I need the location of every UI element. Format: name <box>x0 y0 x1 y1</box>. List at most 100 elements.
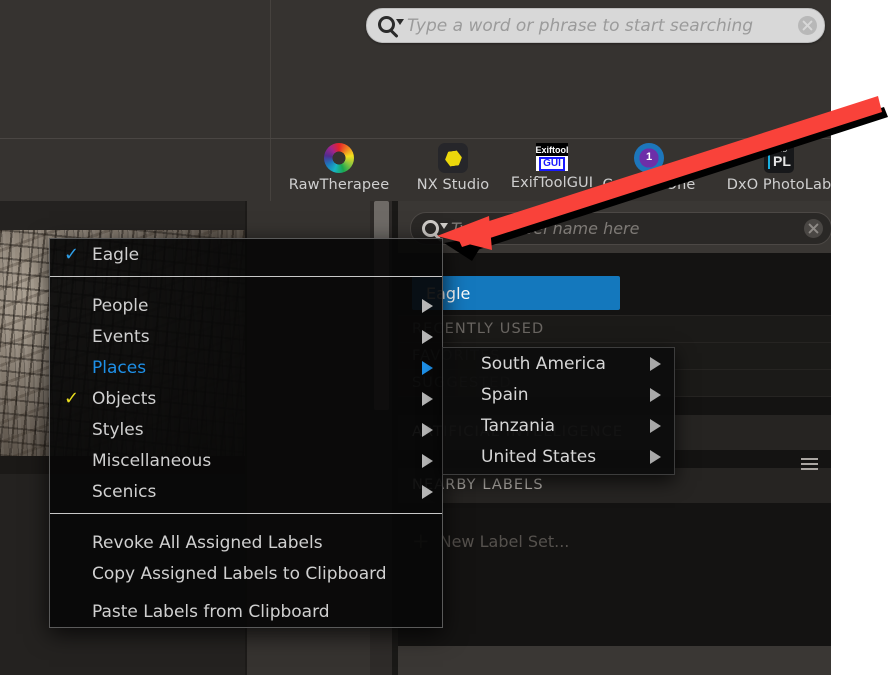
clear-circle-svg <box>803 219 823 238</box>
menu-item-revoke-all-assigned-labels[interactable]: Revoke All Assigned Labels <box>50 527 442 558</box>
label-search-band: Type a label name here <box>398 201 831 253</box>
capture-one-icon-text: 1 <box>645 151 653 163</box>
menu-item-miscellaneous[interactable]: Miscellaneous <box>50 445 442 476</box>
label-chip-selected[interactable]: Eagle <box>412 276 620 310</box>
submenu-item-label: Spain <box>481 384 529 405</box>
places-submenu[interactable]: South America Spain Tanzania United Stat… <box>442 347 675 475</box>
screenshot-root: Type a word or phrase to start searching… <box>0 0 891 675</box>
submenu-item-label: Tanzania <box>481 415 556 436</box>
rawtherapee-colorwheel-icon <box>324 143 354 173</box>
submenu-item-label: South America <box>481 353 606 374</box>
menu-spacer <box>50 283 442 290</box>
global-search-input[interactable]: Type a word or phrase to start searching <box>407 16 790 36</box>
tool-label: DxO PhotoLab <box>726 177 831 193</box>
menu-item-copy-assigned-labels[interactable]: Copy Assigned Labels to Clipboard <box>50 558 442 589</box>
chevron-down-icon[interactable] <box>440 223 448 229</box>
menu-item-label: Scenics <box>92 481 157 502</box>
submenu-item-spain[interactable]: Spain <box>443 379 674 410</box>
menu-item-people[interactable]: People <box>50 290 442 321</box>
menu-item-paste-labels[interactable]: Paste Labels from Clipboard <box>50 596 442 627</box>
menu-spacer <box>50 589 442 596</box>
submenu-arrow-icon[interactable] <box>422 360 433 375</box>
menu-divider <box>50 513 442 514</box>
dxo-photolab-icon: DXO PL <box>764 143 794 173</box>
menu-item-label: Places <box>92 357 147 378</box>
check-icon: ✓ <box>64 243 80 265</box>
bottom-strip <box>398 646 831 675</box>
top-search-band: Type a word or phrase to start searching <box>0 0 831 139</box>
menu-item-label: Revoke All Assigned Labels <box>92 532 323 553</box>
tool-dxo-photolab[interactable]: DXO PL DxO PhotoLab <box>719 143 831 199</box>
new-label-set-label: New Label Set... <box>439 531 570 551</box>
submenu-arrow-icon[interactable] <box>422 329 433 344</box>
menu-item-events[interactable]: Events <box>50 321 442 352</box>
label-search-box[interactable]: Type a label name here <box>410 212 831 245</box>
submenu-arrow-icon[interactable] <box>422 484 433 499</box>
dxo-accent-bar <box>768 147 770 169</box>
menu-item-styles[interactable]: Styles <box>50 414 442 445</box>
menu-item-label: Miscellaneous <box>92 450 212 471</box>
submenu-arrow-icon[interactable] <box>650 356 661 371</box>
submenu-item-label: United States <box>481 446 597 467</box>
submenu-arrow-icon[interactable] <box>650 449 661 464</box>
menu-item-label: Events <box>92 326 150 347</box>
submenu-item-south-america[interactable]: South America <box>443 348 674 379</box>
exiftool-icon-top-text: Exiftool <box>535 143 569 156</box>
check-icon: ✓ <box>64 387 80 409</box>
menu-item-label: People <box>92 295 149 316</box>
exiftool-gui-icon: Exiftool GUI <box>535 143 569 171</box>
section-recently-used[interactable]: RECENTLY USED <box>398 316 831 342</box>
application-window: Type a word or phrase to start searching… <box>0 0 831 675</box>
new-label-set-button[interactable]: + New Label Set... <box>398 521 831 561</box>
submenu-arrow-icon[interactable] <box>422 391 433 406</box>
exiftool-icon-gui-text: GUI <box>539 156 565 171</box>
label-search-input[interactable]: Type a label name here <box>451 219 795 238</box>
dxo-icon-text: DXO PL <box>773 148 791 168</box>
clear-circle-icon[interactable] <box>790 15 824 36</box>
toolbar-divider <box>270 0 271 139</box>
tool-label: ExifToolGUI <box>510 175 594 191</box>
search-icon[interactable] <box>367 9 407 42</box>
tool-label: Capture One <box>602 177 696 193</box>
tool-label: RawTherapee <box>288 177 390 193</box>
submenu-arrow-icon[interactable] <box>422 298 433 313</box>
exiftool-icon-bottom: GUI <box>536 156 568 171</box>
toolstrip-divider <box>270 139 271 201</box>
menu-spacer <box>50 520 442 527</box>
clear-circle-svg <box>797 16 817 35</box>
tool-launcher-strip: RawTherapee NX Studio Exiftool GUI ExifT… <box>0 139 831 201</box>
selected-label-row[interactable]: Eagle <box>398 271 831 315</box>
submenu-item-united-states[interactable]: United States <box>443 441 674 472</box>
submenu-arrow-icon[interactable] <box>650 387 661 402</box>
list-filler <box>398 503 831 521</box>
tool-label: NX Studio <box>416 177 490 193</box>
menu-item-objects[interactable]: ✓ Objects <box>50 383 442 414</box>
submenu-arrow-icon[interactable] <box>422 453 433 468</box>
menu-divider <box>50 276 442 277</box>
submenu-item-tanzania[interactable]: Tanzania <box>443 410 674 441</box>
hexagon-glyph <box>444 149 463 166</box>
hamburger-menu-icon[interactable] <box>801 458 818 470</box>
magnifier-glyph <box>378 16 395 33</box>
capture-one-icon: 1 <box>634 143 664 173</box>
submenu-arrow-icon[interactable] <box>422 422 433 437</box>
menu-item-label: Eagle <box>92 244 140 265</box>
list-top-filler <box>398 253 831 271</box>
menu-item-label: Objects <box>92 388 157 409</box>
menu-item-label: Styles <box>92 419 144 440</box>
submenu-arrow-icon[interactable] <box>650 418 661 433</box>
global-search-box[interactable]: Type a word or phrase to start searching <box>366 8 825 43</box>
chevron-down-icon[interactable] <box>396 19 404 25</box>
dxo-icon-big-text: PL <box>773 153 791 169</box>
menu-item-eagle[interactable]: ✓ Eagle <box>50 239 442 270</box>
magnifier-glyph <box>422 220 439 237</box>
tool-rawtherapee[interactable]: RawTherapee <box>279 143 399 199</box>
nx-studio-hexagon-icon <box>438 143 468 173</box>
menu-item-scenics[interactable]: Scenics <box>50 476 442 507</box>
tool-capture-one[interactable]: 1 Capture One <box>589 143 709 199</box>
menu-item-label: Paste Labels from Clipboard <box>92 601 330 622</box>
menu-item-label: Copy Assigned Labels to Clipboard <box>92 563 387 584</box>
menu-item-places[interactable]: Places <box>50 352 442 383</box>
label-context-menu[interactable]: ✓ Eagle People Events Places ✓ Objects S… <box>49 238 443 628</box>
clear-circle-icon[interactable] <box>795 218 831 239</box>
